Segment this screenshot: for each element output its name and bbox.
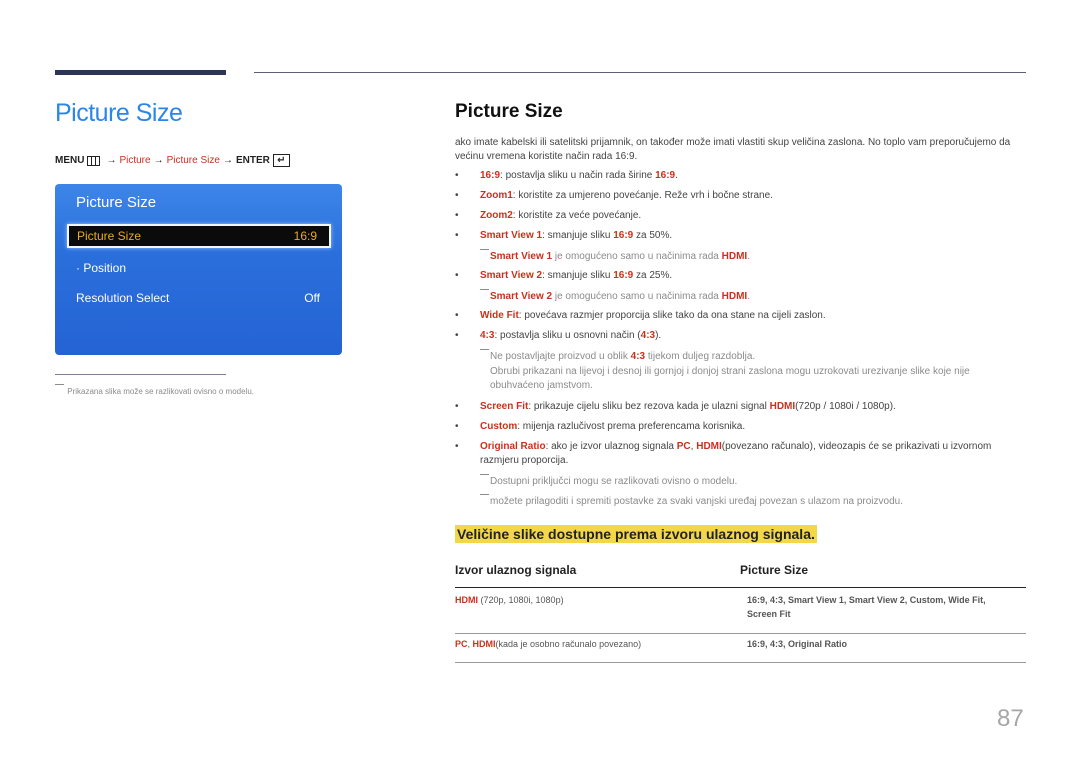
table-row-rule [455, 633, 1026, 634]
menu-path-picture: Picture [119, 155, 151, 166]
table-cell-sizes: 16:9, 4:3, Smart View 1, Smart View 2, C… [747, 595, 986, 619]
table-bottom-rule [455, 662, 1026, 663]
header-rule-right [254, 72, 1026, 73]
note-item: možete prilagoditi i spremiti postavke z… [455, 494, 1026, 509]
note-item: Smart View 2 je omogućeno samo u načinim… [455, 289, 1026, 304]
bullet-icon: • [455, 170, 459, 181]
menu-icon [87, 155, 101, 166]
note-dash-icon [480, 349, 489, 350]
enter-label: ENTER [235, 155, 270, 166]
bullet-icon: • [455, 441, 459, 452]
arrow-icon: → [106, 155, 117, 166]
intro-paragraph: ako imate kabelski ili satelitski prijam… [455, 137, 1011, 162]
note-dash-icon [480, 494, 489, 495]
note-dash-icon [480, 474, 489, 475]
osd-title: Picture Size [76, 194, 157, 211]
bullet-icon: • [455, 401, 459, 412]
bullet-icon: • [455, 330, 459, 341]
note-item: Ne postavljajte proizvod u oblik 4:3 tij… [455, 349, 1026, 364]
table-header-picture-size: Picture Size [740, 563, 809, 577]
header-bar-left [55, 70, 226, 75]
bullet-icon: • [455, 210, 459, 221]
table-header-rule [455, 587, 1026, 588]
note-item: Obrubi prikazani na lijevoj i desnoj ili… [490, 366, 970, 391]
list-item: • Smart View 2: smanjuje sliku 16:9 za 2… [455, 270, 673, 281]
bullet-icon: • [455, 190, 459, 201]
page-number: 87 [997, 705, 1024, 732]
osd-item-position[interactable]: · Position [76, 261, 320, 275]
osd-item-label: Picture Size [77, 229, 142, 243]
osd-item-label: · Position [76, 261, 127, 275]
bullet-icon: • [455, 310, 459, 321]
list-item: • 16:9: postavlja sliku u način rada šir… [455, 170, 678, 181]
note-dash-icon [55, 384, 64, 385]
list-item: • Zoom1: koristite za umjereno povećanje… [455, 190, 773, 201]
bullet-icon: • [455, 230, 459, 241]
osd-item-resolution-select[interactable]: Resolution Select Off [76, 291, 320, 305]
osd-item-value: Off [304, 291, 320, 305]
note-dash-icon [480, 249, 489, 250]
osd-item-picture-size[interactable]: Picture Size 16:9 [67, 224, 331, 248]
footnote-divider [55, 374, 226, 375]
subsection-heading: Veličine slike dostupne prema izvoru ula… [455, 525, 817, 543]
list-item: • Screen Fit: prikazuje cijelu sliku bez… [455, 401, 896, 412]
menu-label: MENU [55, 155, 85, 166]
section-title: Picture Size [455, 101, 563, 122]
osd-item-label: Resolution Select [76, 291, 170, 305]
note-item: Dostupni priključci mogu se razlikovati … [455, 474, 1026, 489]
list-item: • Original Ratio: ako je izvor ulaznog s… [455, 441, 992, 466]
bullet-icon: • [455, 421, 459, 432]
footnote: Prikazana slika može se razlikovati ovis… [55, 384, 254, 396]
table-cell-source: PC, HDMI(kada je osobno računalo povezan… [455, 639, 642, 649]
table-cell-source: HDMI (720p, 1080i, 1080p) [455, 595, 564, 605]
table-header-source: Izvor ulaznog signala [455, 563, 577, 577]
osd-item-value: 16:9 [293, 229, 317, 243]
enter-icon: ↵ [272, 154, 290, 167]
list-item: • Wide Fit: povećava razmjer proporcija … [455, 310, 826, 321]
note-dash-icon [480, 289, 489, 290]
list-item: • Zoom2: koristite za veće povećanje. [455, 210, 642, 221]
page-title-left: Picture Size [55, 99, 183, 127]
arrow-icon: → [153, 155, 164, 166]
note-item: Smart View 1 je omogućeno samo u načinim… [455, 249, 1026, 264]
list-item: • 4:3: postavlja sliku u osnovni način (… [455, 330, 662, 341]
menu-path: MENU → Picture → Picture Size → ENTER ↵ [55, 154, 290, 167]
table-cell-sizes: 16:9, 4:3, Original Ratio [747, 639, 848, 649]
osd-menu-panel: Picture Size Picture Size 16:9 · Positio… [55, 184, 342, 355]
arrow-icon: → [222, 155, 233, 166]
list-item: • Custom: mijenja razlučivost prema pref… [455, 421, 746, 432]
list-item: • Smart View 1: smanjuje sliku 16:9 za 5… [455, 230, 673, 241]
menu-path-picture-size: Picture Size [166, 155, 220, 166]
bullet-icon: • [455, 270, 459, 281]
